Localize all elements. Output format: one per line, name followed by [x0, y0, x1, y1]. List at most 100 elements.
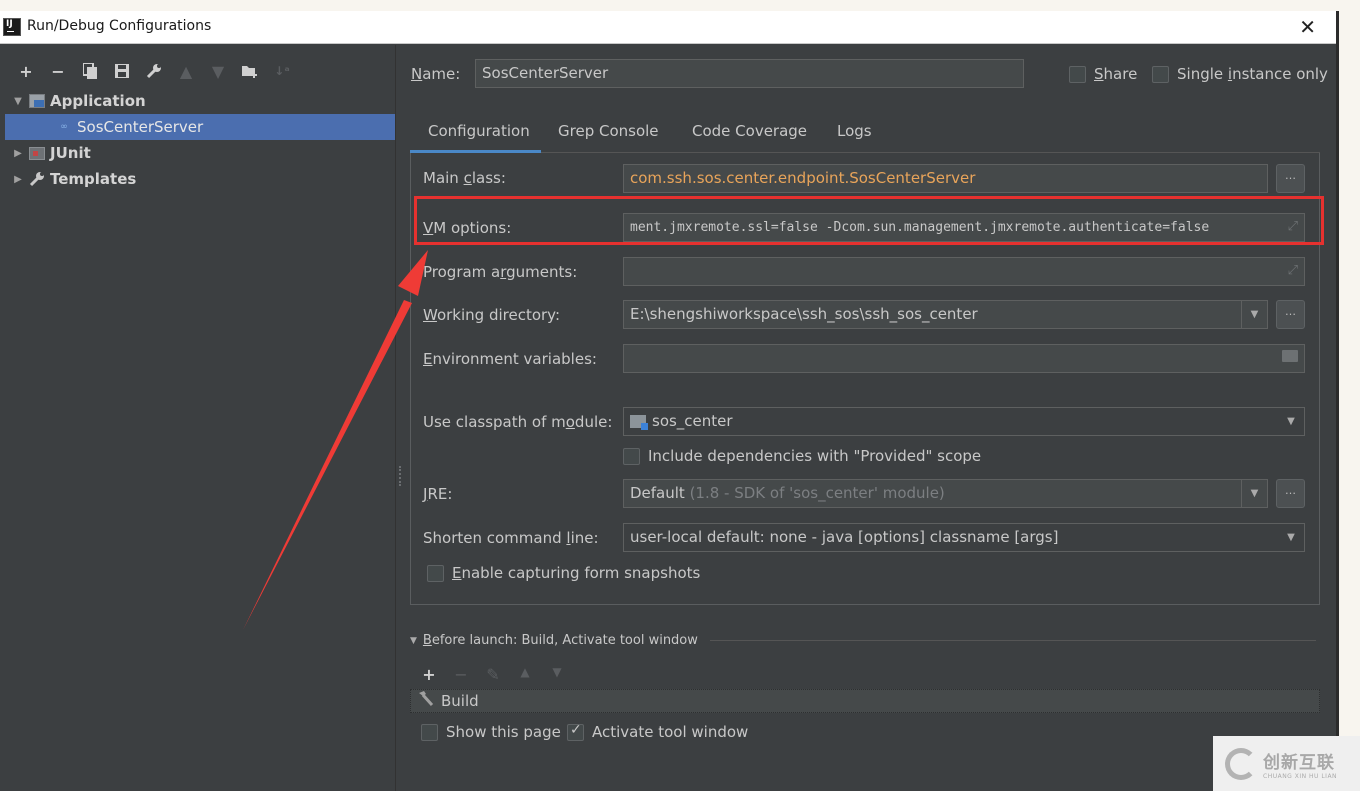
run-config-icon: ∞	[60, 122, 68, 132]
include-provided-check[interactable]	[623, 447, 640, 465]
single-instance-label: Single instance only	[1177, 65, 1328, 83]
name-label: Name:	[411, 65, 461, 83]
sort-icon[interactable]: ↓ᵃ	[266, 61, 298, 81]
tab-grep-console[interactable]: Grep Console	[558, 111, 659, 153]
config-tree-panel: + − ▲ ▼ ↓ᵃ ▼ Application ∞ SosCenterServ…	[0, 45, 396, 791]
single-instance-checkbox[interactable]: Single instance only	[1152, 65, 1328, 83]
environment-variables-label: Environment variables:	[423, 350, 597, 368]
vm-options-label: VM options:	[423, 219, 512, 237]
remove-icon[interactable]: −	[42, 61, 74, 81]
dialog-title: Run/Debug Configurations	[27, 18, 212, 34]
before-launch-section: ▼ Before launch: Build, Activate tool wi…	[410, 633, 1336, 741]
expand-icon[interactable]: ⤢	[1288, 219, 1298, 234]
capture-snapshots-check[interactable]	[427, 564, 444, 582]
activate-tool-window-check[interactable]	[567, 722, 584, 741]
tab-code-coverage[interactable]: Code Coverage	[692, 111, 807, 153]
working-directory-select[interactable]: E:\shengshiworkspace\ssh_sos\ssh_sos_cen…	[623, 300, 1268, 329]
before-launch-title: Before launch: Build, Activate tool wind…	[422, 633, 698, 648]
shorten-command-line-value: user-local default: none - java [options…	[630, 528, 1059, 546]
remove-icon[interactable]: −	[450, 665, 472, 684]
collapsed-arrow-icon[interactable]: ▶	[8, 148, 28, 159]
share-check[interactable]	[1069, 65, 1086, 83]
show-this-page-checkbox[interactable]: Show this page	[421, 723, 561, 741]
shorten-command-line-label: Shorten command line:	[423, 529, 599, 547]
capture-snapshots-label: Enable capturing form snapshots	[452, 564, 701, 582]
main-class-input[interactable]: com.ssh.sos.center.endpoint.SosCenterSer…	[623, 164, 1268, 193]
move-up-icon[interactable]: ▲	[514, 665, 536, 684]
watermark-logo-icon	[1225, 747, 1257, 780]
tree-item-junit[interactable]: ▶ JUnit	[5, 140, 395, 166]
hammer-icon	[417, 691, 435, 711]
browse-working-directory-button[interactable]: …	[1276, 300, 1305, 329]
module-icon	[630, 415, 648, 430]
tab-logs[interactable]: Logs	[837, 111, 872, 153]
jre-select[interactable]: Default (1.8 - SDK of 'sos_center' modul…	[623, 479, 1268, 508]
before-launch-header[interactable]: ▼ Before launch: Build, Activate tool wi…	[410, 633, 1336, 648]
shorten-command-line-select[interactable]: user-local default: none - java [options…	[623, 523, 1305, 552]
program-arguments-input[interactable]: ⤢	[623, 257, 1305, 286]
panel-splitter[interactable]	[399, 466, 403, 486]
chevron-down-icon[interactable]: ▼	[1241, 301, 1267, 328]
run-debug-dialog: IJ Run/Debug Configurations ✕ + − ▲ ▼ ↓ᵃ	[0, 11, 1336, 791]
name-input[interactable]: SosCenterServer	[475, 59, 1024, 88]
move-down-icon[interactable]: ▼	[202, 61, 234, 81]
save-icon[interactable]	[106, 61, 138, 81]
move-up-icon[interactable]: ▲	[170, 61, 202, 81]
single-instance-check[interactable]	[1152, 65, 1169, 83]
working-directory-label: Working directory:	[423, 306, 561, 324]
before-launch-task[interactable]: Build	[410, 689, 1320, 713]
include-provided-checkbox[interactable]: Include dependencies with "Provided" sco…	[623, 447, 981, 465]
browse-main-class-button[interactable]: …	[1276, 164, 1305, 193]
folder-icon[interactable]	[1282, 350, 1298, 362]
environment-variables-input[interactable]	[623, 344, 1305, 373]
tree-item-templates[interactable]: ▶ Templates	[5, 166, 395, 192]
tree-item-label: SosCenterServer	[77, 118, 204, 136]
tab-configuration[interactable]: Configuration	[410, 111, 541, 153]
collapse-arrow-icon[interactable]: ▼	[410, 636, 417, 646]
chevron-down-icon[interactable]: ▼	[1278, 408, 1304, 435]
add-icon[interactable]: +	[418, 665, 440, 684]
copy-icon[interactable]	[74, 61, 106, 81]
activate-tool-window-checkbox[interactable]: Activate tool window	[567, 722, 749, 741]
expand-icon[interactable]: ⤢	[1288, 263, 1298, 278]
window-edge	[1336, 11, 1339, 791]
jre-value: Default	[630, 484, 685, 502]
collapsed-arrow-icon[interactable]: ▶	[8, 174, 28, 185]
add-icon[interactable]: +	[10, 61, 42, 81]
watermark-pinyin: CHUANG XIN HU LIAN	[1263, 772, 1338, 780]
vm-options-value: ment.jmxremote.ssl=false -Dcom.sun.manag…	[630, 220, 1210, 235]
junit-icon	[28, 145, 46, 161]
tree-item-label: Templates	[50, 170, 137, 188]
share-checkbox[interactable]: Share	[1069, 65, 1137, 83]
watermark-cn: 创新互联	[1263, 752, 1335, 773]
new-folder-icon[interactable]	[234, 61, 266, 81]
edit-icon[interactable]: ✎	[482, 665, 504, 684]
jre-label: JRE:	[423, 485, 453, 503]
move-down-icon[interactable]: ▼	[546, 665, 568, 684]
tree-item-soscenterserver[interactable]: ∞ SosCenterServer	[5, 114, 395, 140]
working-directory-value: E:\shengshiworkspace\ssh_sos\ssh_sos_cen…	[630, 305, 978, 323]
watermark: 创新互联 CHUANG XIN HU LIAN	[1213, 736, 1360, 791]
divider	[709, 640, 1316, 641]
configuration-panel: Main class: com.ssh.sos.center.endpoint.…	[410, 153, 1320, 605]
capture-snapshots-checkbox[interactable]: Enable capturing form snapshots	[427, 564, 700, 582]
intellij-idea-icon: IJ	[3, 18, 21, 36]
application-icon	[28, 93, 46, 109]
share-label: Share	[1094, 65, 1138, 83]
classpath-module-select[interactable]: sos_center ▼	[623, 407, 1305, 436]
activate-tool-window-label: Activate tool window	[592, 723, 749, 741]
wrench-icon[interactable]	[138, 61, 170, 81]
tree-item-application[interactable]: ▼ Application	[5, 88, 395, 114]
program-arguments-label: Program arguments:	[423, 263, 578, 281]
wrench-icon	[28, 171, 46, 187]
close-icon[interactable]: ✕	[1299, 15, 1316, 39]
classpath-module-value: sos_center	[652, 412, 733, 430]
include-provided-label: Include dependencies with "Provided" sco…	[648, 447, 982, 465]
expanded-arrow-icon[interactable]: ▼	[8, 96, 28, 107]
show-this-page-check[interactable]	[421, 723, 438, 741]
before-launch-toolbar: + − ✎ ▲ ▼	[418, 665, 568, 684]
browse-jre-button[interactable]: …	[1276, 479, 1305, 508]
chevron-down-icon[interactable]: ▼	[1241, 480, 1267, 507]
chevron-down-icon[interactable]: ▼	[1278, 524, 1304, 551]
vm-options-input[interactable]: ment.jmxremote.ssl=false -Dcom.sun.manag…	[623, 213, 1305, 242]
